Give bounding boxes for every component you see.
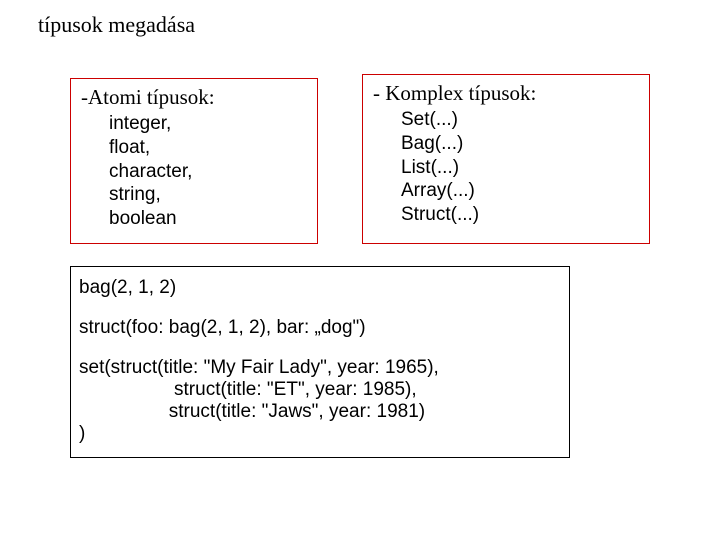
example-line: bag(2, 1, 2) xyxy=(79,277,561,299)
list-item: Set(...) xyxy=(401,108,639,132)
example-line: set(struct(title: "My Fair Lady", year: … xyxy=(79,357,561,445)
atomic-types-header: -Atomi típusok: xyxy=(81,85,307,110)
list-item: string, xyxy=(109,183,307,207)
examples-box: bag(2, 1, 2) struct(foo: bag(2, 1, 2), b… xyxy=(70,266,570,458)
complex-types-header: - Komplex típusok: xyxy=(373,81,639,106)
list-item: float, xyxy=(109,136,307,160)
list-item: Array(...) xyxy=(401,179,639,203)
list-item: integer, xyxy=(109,112,307,136)
list-item: Bag(...) xyxy=(401,132,639,156)
list-item: List(...) xyxy=(401,156,639,180)
complex-types-box: - Komplex típusok: Set(...) Bag(...) Lis… xyxy=(362,74,650,244)
example-line: struct(foo: bag(2, 1, 2), bar: „dog") xyxy=(79,317,561,339)
list-item: character, xyxy=(109,160,307,184)
atomic-types-list: integer, float, character, string, boole… xyxy=(81,112,307,231)
list-item: Struct(...) xyxy=(401,203,639,227)
page-title: típusok megadása xyxy=(38,12,195,38)
list-item: boolean xyxy=(109,207,307,231)
complex-types-list: Set(...) Bag(...) List(...) Array(...) S… xyxy=(373,108,639,227)
atomic-types-box: -Atomi típusok: integer, float, characte… xyxy=(70,78,318,244)
